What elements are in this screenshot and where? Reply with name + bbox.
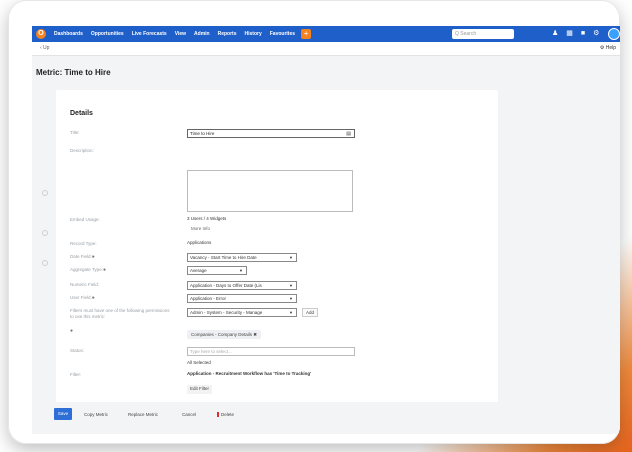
search-input[interactable]: Q Search	[452, 29, 514, 39]
numeric-field-label: Numeric Field:	[70, 282, 100, 287]
add-permission-button[interactable]: Add	[302, 308, 319, 317]
title-label: Title:	[70, 130, 80, 135]
translate-icon[interactable]: ▤	[346, 131, 351, 138]
delete-icon	[217, 412, 219, 417]
details-card: Details Title: Time to Hire ▤ Descriptio…	[56, 90, 498, 410]
side-dot-icon	[42, 260, 48, 266]
delete-button[interactable]: Delete	[217, 410, 234, 420]
tablet-frame: O Dashboards Opportunities Live Forecast…	[8, 0, 620, 444]
nav-history[interactable]: History	[245, 31, 262, 37]
permission-select[interactable]: Admin - System - Security - Manage ▼	[187, 308, 297, 317]
numeric-field-select[interactable]: Application - Days to Offer Date (Lis ▼	[187, 281, 297, 290]
status-input[interactable]: Type here to select...	[187, 347, 355, 356]
chevron-down-icon: ▼	[289, 255, 293, 260]
filter-label: Filter:	[70, 372, 82, 377]
user-field-select-value: Application - Error	[190, 296, 227, 301]
user-field-label: User Field: ●	[70, 295, 95, 301]
cancel-button[interactable]: Cancel	[182, 410, 196, 420]
chevron-down-icon: ▼	[239, 268, 243, 273]
chevron-down-icon: ▼	[289, 310, 293, 315]
info-icon[interactable]: ●	[92, 254, 95, 260]
chevron-down-icon: ▼	[289, 296, 293, 301]
permissions-label: Filters must have one of the following p…	[70, 308, 170, 319]
chevron-down-icon: ▼	[289, 283, 293, 288]
nav-admin[interactable]: Admin	[194, 31, 210, 37]
info-icon[interactable]: ●	[103, 267, 106, 273]
top-navigation-bar: O Dashboards Opportunities Live Forecast…	[32, 26, 620, 42]
nav-reports[interactable]: Reports	[218, 31, 237, 37]
status-label: Status:	[70, 348, 85, 353]
date-field-select[interactable]: Vacancy - Start Time to Hire Date ▼	[187, 253, 297, 262]
description-label: Description:	[70, 148, 94, 153]
calendar-icon[interactable]: ▦	[566, 29, 573, 39]
embed-usage-value: 3 Users / 4 Widgets	[187, 216, 227, 221]
permission-chip[interactable]: Companies - Company Details ✖	[187, 330, 262, 339]
record-type-value: Applications	[187, 240, 212, 245]
nav-favourites[interactable]: Favourites	[270, 31, 295, 37]
description-textarea[interactable]	[187, 170, 353, 212]
page-title: Metric: Time to Hire	[36, 68, 111, 77]
nav-view[interactable]: View	[175, 31, 186, 37]
user-field-select[interactable]: Application - Error ▼	[187, 294, 297, 303]
all-selected-text: All Selected	[187, 360, 211, 365]
aggregate-type-select-value: Average	[190, 268, 207, 273]
aggregate-type-label: Aggregate Type: ●	[70, 267, 106, 273]
breadcrumb[interactable]: ‹ Up	[40, 45, 49, 51]
edit-filter-button[interactable]: Edit Filter	[187, 385, 213, 394]
nav-live-forecasts[interactable]: Live Forecasts	[132, 31, 167, 37]
nav-dashboards[interactable]: Dashboards	[54, 31, 83, 37]
avatar[interactable]	[608, 28, 620, 40]
messages-icon[interactable]: ■	[581, 29, 585, 39]
record-type-label: Record Type:	[70, 241, 97, 246]
app-screen: O Dashboards Opportunities Live Forecast…	[32, 26, 620, 434]
aggregate-type-select[interactable]: Average ▼	[187, 266, 247, 275]
date-field-select-value: Vacancy - Start Time to Hire Date	[190, 255, 257, 260]
info-icon[interactable]: ●	[92, 295, 95, 301]
permission-select-value: Admin - System - Security - Manage	[190, 310, 263, 315]
filter-value: Application - Recruitment Workflow has '…	[187, 371, 312, 376]
nav-opportunities[interactable]: Opportunities	[91, 31, 124, 37]
top-icons: ♟ ▦ ■ ⚙	[552, 29, 607, 39]
info-icon[interactable]: ●	[70, 328, 73, 334]
help-link[interactable]: ⚙ Help	[600, 45, 616, 51]
replace-metric-button[interactable]: Replace Metric	[128, 410, 158, 420]
embed-usage-label: Embed Usage:	[70, 217, 100, 222]
side-dot-icon	[42, 190, 48, 196]
side-dot-icon	[42, 230, 48, 236]
save-button[interactable]: Save	[54, 408, 72, 420]
section-title: Details	[70, 110, 93, 117]
settings-icon[interactable]: ⚙	[593, 29, 599, 39]
footer-actions: Save Copy Metric Replace Metric Cancel D…	[32, 402, 620, 434]
date-field-label: Date Field: ●	[70, 254, 95, 260]
add-new-button[interactable]: +	[301, 29, 312, 39]
sub-header: ‹ Up ⚙ Help	[32, 42, 620, 56]
numeric-field-select-value: Application - Days to Offer Date (Lis	[190, 283, 262, 288]
user-icon[interactable]: ♟	[552, 29, 558, 39]
copy-metric-button[interactable]: Copy Metric	[84, 410, 108, 420]
title-input[interactable]: Time to Hire ▤	[187, 129, 355, 138]
title-input-value: Time to Hire	[190, 131, 215, 136]
more-info-link[interactable]: More Info	[191, 226, 210, 231]
app-logo[interactable]: O	[36, 29, 46, 39]
